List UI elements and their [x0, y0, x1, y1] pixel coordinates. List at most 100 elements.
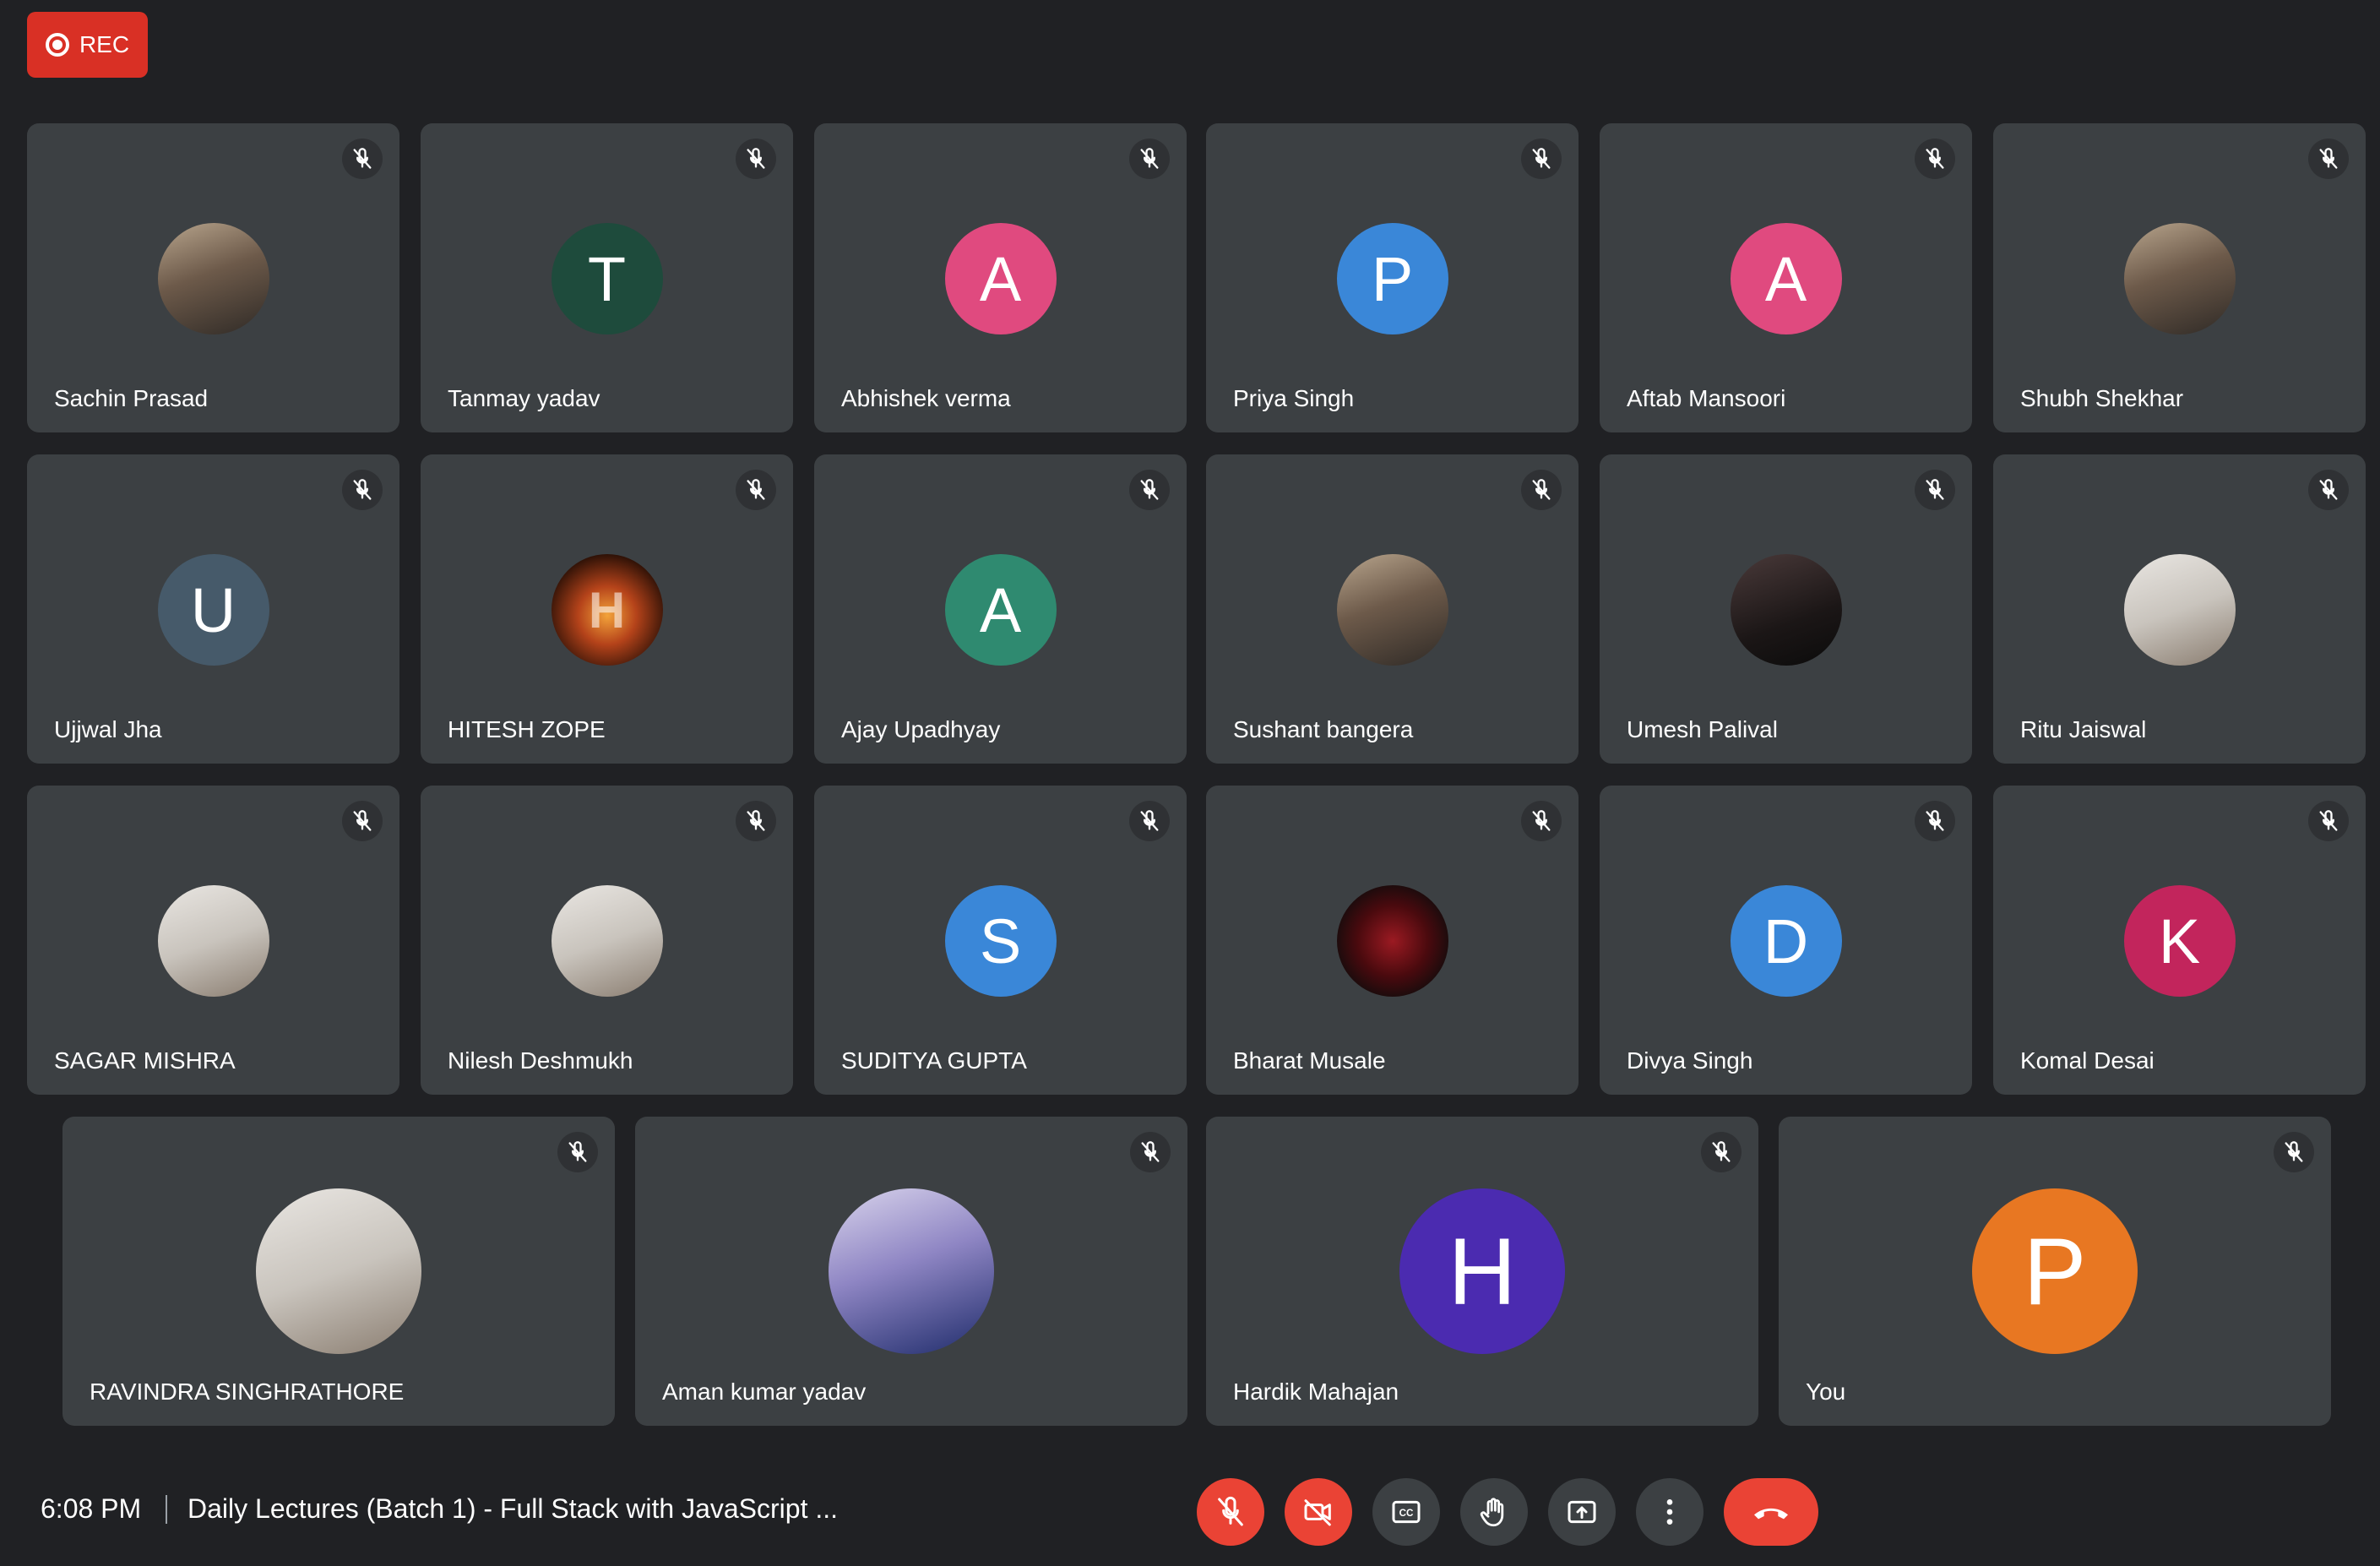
leave-call-button[interactable]: [1724, 1478, 1818, 1546]
muted-indicator: [2308, 139, 2349, 179]
avatar-photo: [157, 223, 269, 334]
avatar-initial: D: [1730, 885, 1842, 997]
participant-name: Nilesh Deshmukh: [448, 1047, 633, 1074]
participant-tile[interactable]: Aman kumar yadav: [635, 1117, 1187, 1426]
participant-name: Shubh Shekhar: [2020, 385, 2184, 411]
avatar-photo: H: [551, 554, 663, 666]
avatar-initial: U: [157, 554, 269, 666]
participant-name: Bharat Musale: [1233, 1047, 1386, 1074]
mic-off-icon: [747, 148, 765, 169]
mic-off-icon: [747, 479, 765, 500]
participant-tile[interactable]: H HITESH ZOPE: [421, 454, 793, 764]
participant-name: Ujjwal Jha: [54, 716, 162, 742]
avatar-photo: [256, 1188, 421, 1354]
meeting-toolbar: 6:08 PM Daily Lectures (Batch 1) - Full …: [0, 1461, 2380, 1566]
meeting-title: Daily Lectures (Batch 1) - Full Stack wi…: [187, 1493, 839, 1524]
participant-name: Ajay Upadhyay: [841, 716, 1001, 742]
participant-tile[interactable]: S SUDITYA GUPTA: [814, 786, 1187, 1095]
record-icon: [45, 33, 69, 57]
participant-tile[interactable]: K Komal Desai: [1993, 786, 2366, 1095]
participant-tile[interactable]: Ritu Jaiswal: [1993, 454, 2366, 764]
participant-tile[interactable]: Sachin Prasad: [27, 123, 399, 432]
more-options-button[interactable]: [1636, 1478, 1703, 1546]
mic-off-icon: [1926, 810, 1944, 831]
participant-tile[interactable]: A Ajay Upadhyay: [814, 454, 1187, 764]
mic-off-icon: [2319, 479, 2338, 500]
muted-indicator: [1915, 801, 1955, 841]
participant-name: Abhishek verma: [841, 385, 1011, 411]
muted-indicator: [1129, 470, 1170, 510]
captions-button[interactable]: CC: [1372, 1478, 1440, 1546]
participant-tile[interactable]: Bharat Musale: [1206, 786, 1579, 1095]
muted-indicator: [342, 139, 383, 179]
mic-off-icon: [747, 810, 765, 831]
participant-tile[interactable]: P Priya Singh: [1206, 123, 1579, 432]
mic-off-icon: [1532, 479, 1551, 500]
participant-tile[interactable]: A Abhishek verma: [814, 123, 1187, 432]
avatar-initial: A: [1730, 223, 1842, 334]
call-end-icon: [1754, 1508, 1788, 1520]
participant-tile[interactable]: P You: [1779, 1117, 2331, 1426]
mic-off-icon: [568, 1141, 587, 1162]
participant-name: RAVINDRA SINGHRATHORE: [90, 1378, 405, 1405]
mic-off-icon: [353, 148, 372, 169]
divider: [166, 1495, 167, 1524]
muted-indicator: [342, 470, 383, 510]
participant-tile[interactable]: D Divya Singh: [1600, 786, 1972, 1095]
captions-icon: CC: [1392, 1500, 1421, 1524]
muted-indicator: [1701, 1132, 1742, 1172]
muted-indicator: [1129, 801, 1170, 841]
participant-tile[interactable]: RAVINDRA SINGHRATHORE: [62, 1117, 615, 1426]
camera-off-icon: [1304, 1499, 1331, 1526]
participant-tile[interactable]: Shubh Shekhar: [1993, 123, 2366, 432]
avatar-initial: H: [1399, 1188, 1565, 1354]
muted-indicator: [736, 139, 776, 179]
avatar-initial: A: [944, 554, 1057, 666]
participant-tile[interactable]: H Hardik Mahajan: [1206, 1117, 1758, 1426]
mic-off-icon: [2319, 148, 2338, 169]
muted-indicator: [2308, 801, 2349, 841]
avatar-photo: [157, 885, 269, 997]
participant-name: HITESH ZOPE: [448, 716, 606, 742]
muted-indicator: [557, 1132, 598, 1172]
participant-tile[interactable]: T Tanmay yadav: [421, 123, 793, 432]
mic-off-icon: [1140, 479, 1159, 500]
mic-off-icon: [1218, 1496, 1243, 1526]
muted-indicator: [342, 801, 383, 841]
avatar-initial: P: [1972, 1188, 2138, 1354]
mic-off-icon: [1926, 148, 1944, 169]
participant-tile[interactable]: SAGAR MISHRA: [27, 786, 399, 1095]
participant-name: Priya Singh: [1233, 385, 1355, 411]
participant-name: Tanmay yadav: [448, 385, 600, 411]
participant-name: Ritu Jaiswal: [2020, 716, 2147, 742]
mic-off-icon: [2319, 810, 2338, 831]
muted-indicator: [1521, 139, 1562, 179]
present-button[interactable]: [1548, 1478, 1616, 1546]
participant-name: Aftab Mansoori: [1627, 385, 1786, 411]
participant-tile[interactable]: Umesh Palival: [1600, 454, 1972, 764]
muted-indicator: [1129, 139, 1170, 179]
avatar-initial: A: [944, 223, 1057, 334]
participant-name: Aman kumar yadav: [662, 1378, 867, 1405]
camera-toggle-button[interactable]: [1285, 1478, 1352, 1546]
muted-indicator: [736, 801, 776, 841]
raise-hand-button[interactable]: [1460, 1478, 1528, 1546]
mic-toggle-button[interactable]: [1197, 1478, 1264, 1546]
avatar-photo: [1336, 885, 1448, 997]
participant-tile[interactable]: Sushant bangera: [1206, 454, 1579, 764]
participant-name: You: [1806, 1378, 1846, 1405]
participant-tile[interactable]: A Aftab Mansoori: [1600, 123, 1972, 432]
participant-tile[interactable]: Nilesh Deshmukh: [421, 786, 793, 1095]
muted-indicator: [1130, 1132, 1171, 1172]
participant-name: SUDITYA GUPTA: [841, 1047, 1027, 1074]
recording-label: REC: [79, 31, 130, 57]
participant-name: SAGAR MISHRA: [54, 1047, 236, 1074]
mic-off-icon: [1712, 1141, 1731, 1162]
participant-name: Sushant bangera: [1233, 716, 1414, 742]
mic-off-icon: [353, 810, 372, 831]
avatar-initial: K: [2123, 885, 2236, 997]
hand-icon: [1480, 1498, 1504, 1527]
more-vert-icon: [1666, 1499, 1673, 1525]
avatar-photo: [829, 1188, 994, 1354]
participant-tile[interactable]: U Ujjwal Jha: [27, 454, 399, 764]
